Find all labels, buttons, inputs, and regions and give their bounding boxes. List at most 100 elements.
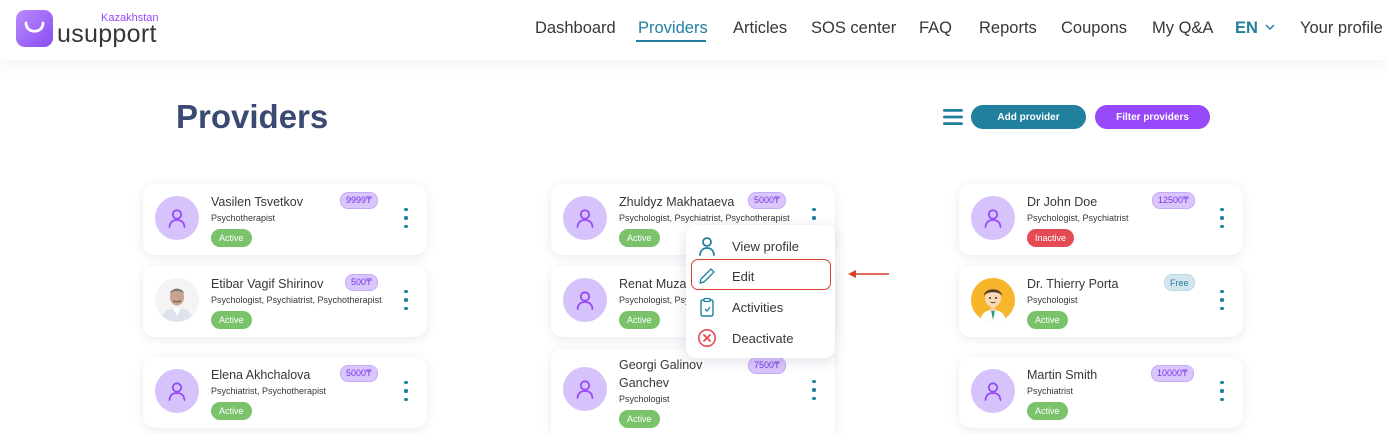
provider-name: Elena Akhchalova [211, 368, 311, 382]
nav-dashboard[interactable]: Dashboard [535, 19, 616, 38]
language-selector[interactable]: EN [1235, 19, 1258, 38]
menu-item-deactivate[interactable]: Deactivate [686, 323, 835, 353]
provider-name: Dr John Doe [1027, 195, 1098, 209]
nav-your-profile[interactable]: Your profile [1300, 19, 1383, 38]
doctor-cartoon-icon [980, 289, 1006, 322]
logo-icon[interactable] [16, 10, 53, 47]
more-options-icon[interactable] [401, 290, 411, 310]
menu-item-label: Activities [732, 300, 784, 315]
avatar [563, 196, 607, 240]
person-icon [168, 209, 186, 228]
x-circle-icon [698, 329, 716, 347]
top-navbar: usupport Kazakhstan Dashboard Providers … [0, 0, 1387, 60]
provider-name: Vasilen Tsvetkov [211, 195, 303, 209]
provider-name: Martin Smith [1027, 368, 1098, 382]
more-options-icon[interactable] [1217, 208, 1227, 228]
provider-specialization: Psychologist, Psychiatrist, Psychotherap… [619, 213, 790, 223]
person-icon [984, 209, 1002, 228]
avatar-photo [155, 278, 199, 322]
status-badge: Active [619, 410, 660, 428]
provider-card[interactable]: Vasilen Tsvetkov Psychotherapist Active … [143, 184, 427, 255]
list-view-icon[interactable] [943, 108, 963, 126]
edit-highlight-box [691, 259, 831, 290]
status-badge: Active [619, 229, 660, 247]
provider-card[interactable]: Etibar Vagif Shirinov Psychologist, Psyc… [143, 266, 427, 337]
more-options-icon[interactable] [809, 380, 819, 400]
person-icon [576, 291, 594, 310]
avatar [971, 369, 1015, 413]
person-icon [576, 380, 594, 399]
more-options-icon[interactable] [1217, 290, 1227, 310]
price-badge: 5000₸ [340, 365, 378, 382]
price-badge: 7500₸ [748, 357, 786, 374]
status-badge: Active [211, 311, 252, 329]
menu-item-label: View profile [732, 239, 799, 254]
nav-coupons[interactable]: Coupons [1061, 19, 1127, 38]
provider-name-line2: Ganchev [619, 376, 670, 390]
price-badge: 12500₸ [1152, 192, 1195, 209]
provider-actions-menu: View profile Edit Activities Deactivate [686, 225, 835, 358]
more-options-icon[interactable] [401, 208, 411, 228]
filter-providers-button[interactable]: Filter providers [1095, 105, 1210, 129]
provider-name: Dr. Thierry Porta [1027, 277, 1119, 291]
nav-providers[interactable]: Providers [638, 19, 708, 38]
avatar-cartoon [971, 278, 1015, 322]
price-badge: 5000₸ [748, 192, 786, 209]
avatar [155, 369, 199, 413]
logo-region: Kazakhstan [101, 12, 159, 24]
nav-faq[interactable]: FAQ [919, 19, 952, 38]
provider-name-line1: Georgi Galinov [619, 358, 703, 372]
more-options-icon[interactable] [1217, 381, 1227, 401]
person-photo-icon [155, 278, 199, 322]
person-icon [984, 382, 1002, 401]
provider-card[interactable]: Dr. Thierry Porta Psychologist Active Fr… [959, 266, 1243, 337]
logo-text[interactable]: usupport [57, 20, 157, 49]
provider-specialization: Psychologist [619, 394, 670, 404]
nav-sos-center[interactable]: SOS center [811, 19, 896, 38]
avatar [563, 367, 607, 411]
provider-specialization: Psychiatrist [1027, 386, 1074, 396]
provider-specialization: Psychologist, Psy [619, 295, 690, 305]
provider-name: Etibar Vagif Shirinov [211, 277, 324, 291]
menu-item-activities[interactable]: Activities [686, 292, 835, 322]
provider-card[interactable]: Martin Smith Psychiatrist Active 10000₸ [959, 357, 1243, 428]
menu-item-view-profile[interactable]: View profile [686, 231, 835, 261]
provider-specialization: Psychologist [1027, 295, 1078, 305]
provider-card[interactable]: Elena Akhchalova Psychiatrist, Psychothe… [143, 357, 427, 428]
clipboard-icon [700, 297, 714, 317]
price-badge: 9999₸ [340, 192, 378, 209]
nav-my-qa[interactable]: My Q&A [1152, 19, 1213, 38]
status-badge: Inactive [1027, 229, 1075, 247]
menu-item-label: Deactivate [732, 331, 794, 346]
provider-card[interactable]: Dr John Doe Psychologist, Psychiatrist I… [959, 184, 1243, 255]
person-icon [699, 237, 715, 256]
status-badge: Active [211, 229, 252, 247]
page-title: Providers [176, 98, 329, 135]
nav-reports[interactable]: Reports [979, 19, 1037, 38]
price-badge: 500₸ [345, 274, 378, 291]
add-provider-button[interactable]: Add provider [971, 105, 1086, 129]
nav-active-underline [636, 40, 706, 42]
price-badge: 10000₸ [1151, 365, 1194, 382]
provider-specialization: Psychologist, Psychiatrist, Psychotherap… [211, 295, 382, 305]
status-badge: Active [1027, 402, 1068, 420]
nav-articles[interactable]: Articles [733, 19, 787, 38]
avatar [563, 278, 607, 322]
provider-specialization: Psychiatrist, Psychotherapist [211, 386, 327, 396]
provider-name: Zhuldyz Makhataeva [619, 195, 735, 209]
more-options-icon[interactable] [401, 381, 411, 401]
price-badge: Free [1164, 274, 1195, 291]
avatar [971, 196, 1015, 240]
person-icon [576, 209, 594, 228]
provider-specialization: Psychotherapist [211, 213, 276, 223]
provider-specialization: Psychologist, Psychiatrist [1027, 213, 1129, 223]
provider-name: Renat Muzaf [619, 277, 690, 291]
arrow-left-icon [848, 270, 889, 278]
status-badge: Active [1027, 311, 1068, 329]
provider-card[interactable]: Georgi Galinov Ganchev Psychologist Acti… [551, 349, 835, 434]
avatar [155, 196, 199, 240]
person-icon [168, 382, 186, 401]
status-badge: Active [619, 311, 660, 329]
chevron-down-icon[interactable] [1265, 24, 1275, 31]
status-badge: Active [211, 402, 252, 420]
